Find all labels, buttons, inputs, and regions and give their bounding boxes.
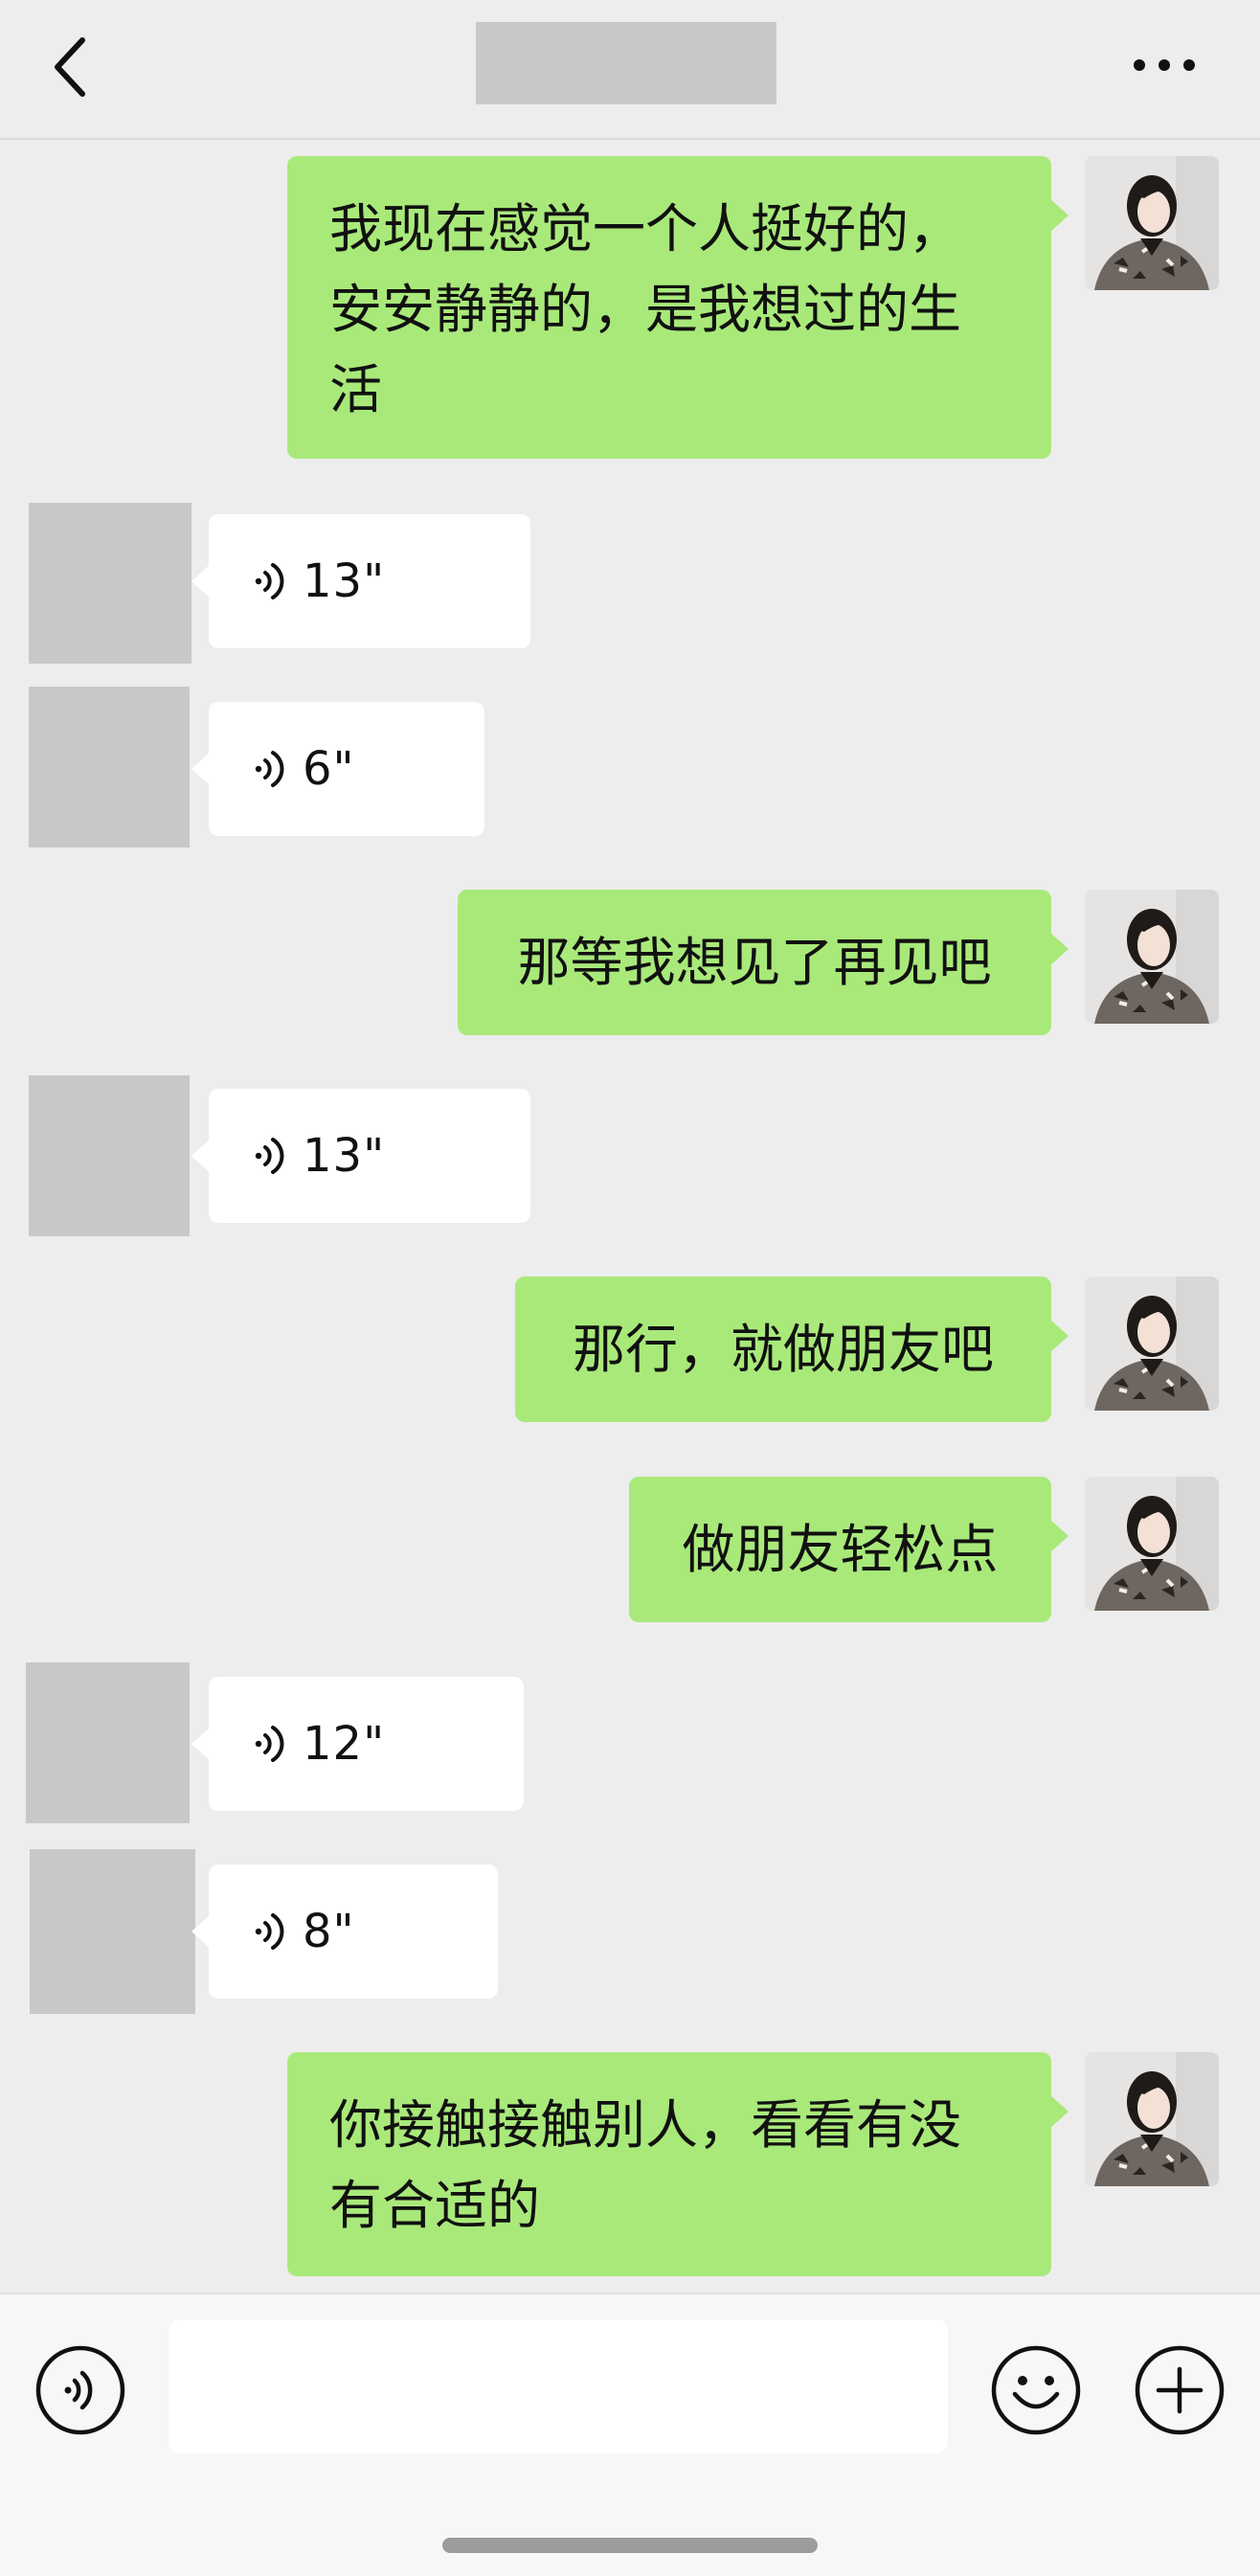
voice-message-bubble[interactable]: 12" [191, 1677, 524, 1811]
voice-message-bubble[interactable]: 13" [191, 1089, 530, 1223]
voice-message-bubble[interactable]: 13" [191, 514, 530, 648]
message-bubble-sent[interactable]: 那行，就做朋友吧 [515, 1277, 1069, 1422]
emoji-icon [991, 2345, 1081, 2435]
voice-wave-icon [251, 1723, 289, 1765]
voice-wave-icon [251, 1135, 289, 1177]
voice-input-icon [35, 2345, 125, 2435]
message-bubble-sent[interactable]: 那等我想见了再见吧 [458, 890, 1069, 1035]
message-line: 安安静静的，是我想过的生 [329, 279, 962, 340]
voice-wave-icon [251, 560, 289, 602]
voice-duration: 8" [303, 1905, 355, 1958]
top-bar [0, 0, 1260, 140]
my-avatar[interactable] [1085, 1477, 1219, 1611]
more-dots-icon [1134, 59, 1195, 71]
plus-button[interactable] [1134, 2344, 1226, 2436]
my-avatar[interactable] [1085, 1277, 1219, 1411]
back-button[interactable] [46, 29, 103, 105]
voice-wave-icon [251, 1910, 289, 1953]
voice-wave-icon [251, 748, 289, 790]
voice-message-bubble[interactable]: 6" [191, 702, 484, 836]
chevron-left-icon [55, 37, 85, 97]
my-avatar[interactable] [1085, 2052, 1219, 2186]
contact-avatar-redacted[interactable] [29, 687, 190, 847]
voice-duration: 6" [303, 742, 355, 796]
my-avatar[interactable] [1085, 156, 1219, 290]
contact-avatar-redacted[interactable] [29, 503, 191, 664]
plus-icon [1135, 2345, 1225, 2435]
message-input[interactable] [169, 2319, 948, 2453]
home-indicator[interactable] [442, 2538, 818, 2553]
voice-duration: 13" [303, 1129, 386, 1183]
message-bubble-sent[interactable]: 我现在感觉一个人挺好的， 安安静静的，是我想过的生 活 [287, 156, 1069, 459]
message-line: 做朋友轻松点 [682, 1519, 999, 1580]
message-bubble-sent[interactable]: 你接触接触别人，看看有没 有合适的 [287, 2052, 1069, 2276]
message-line: 有合适的 [329, 2175, 541, 2236]
my-avatar[interactable] [1085, 890, 1219, 1024]
contact-avatar-redacted[interactable] [30, 1849, 195, 2014]
contact-avatar-redacted[interactable] [29, 1075, 190, 1236]
voice-input-button[interactable] [34, 2344, 126, 2436]
input-bar [0, 2293, 1260, 2576]
voice-duration: 12" [303, 1717, 386, 1771]
message-line: 活 [329, 359, 383, 420]
message-bubble-sent[interactable]: 做朋友轻松点 [629, 1477, 1069, 1622]
chat-title-redacted [476, 22, 776, 104]
message-line: 我现在感觉一个人挺好的， [329, 198, 962, 260]
message-line: 那行，就做朋友吧 [572, 1319, 994, 1380]
message-line: 那等我想见了再见吧 [517, 932, 992, 993]
message-line: 你接触接触别人，看看有没 [329, 2094, 962, 2156]
chat-history[interactable]: 我现在感觉一个人挺好的， 安安静静的，是我想过的生 活 13" 6" 那等我想见… [0, 140, 1260, 2293]
contact-avatar-redacted[interactable] [26, 1662, 190, 1823]
emoji-button[interactable] [990, 2344, 1082, 2436]
voice-message-bubble[interactable]: 8" [191, 1864, 498, 1999]
more-button[interactable] [1130, 42, 1199, 88]
voice-duration: 13" [303, 554, 386, 608]
